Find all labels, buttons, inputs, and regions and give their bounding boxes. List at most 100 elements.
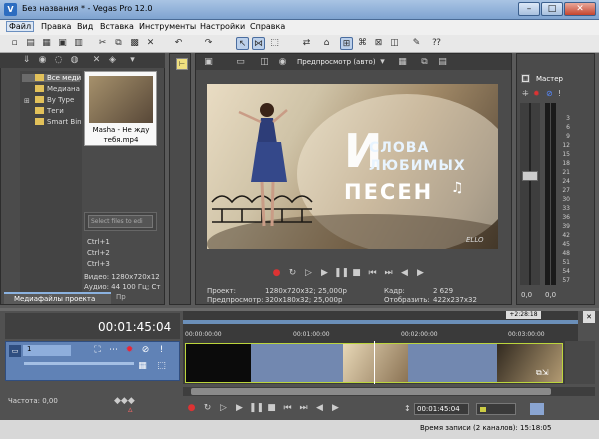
mute-icon[interactable]: ⊘ <box>546 89 553 98</box>
remove-media-icon[interactable]: ✕ <box>90 54 103 67</box>
stop-icon[interactable]: ■ <box>350 267 363 280</box>
normal-edit-tool-icon[interactable]: ↖ <box>236 37 249 50</box>
render-icon[interactable]: ▥ <box>72 37 85 50</box>
loop-icon[interactable]: ↻ <box>201 402 214 415</box>
tree-item-all-media[interactable]: Все меди <box>22 74 81 82</box>
previous-frame-icon[interactable]: ◀ <box>313 402 326 415</box>
track-solo-icon[interactable]: ! <box>155 344 168 357</box>
get-media-icon[interactable]: ◌ <box>52 54 65 67</box>
loop-region-marker[interactable]: +2:28:18 <box>506 311 541 319</box>
save-snapshot-icon[interactable]: ▤ <box>436 56 449 69</box>
tab-project-media[interactable]: Медиафайлы проекта <box>4 292 111 304</box>
track-mute-icon[interactable]: ⊘ <box>139 344 152 357</box>
tags-field[interactable]: Select files to edi <box>84 212 157 231</box>
pause-icon[interactable]: ❚❚ <box>249 402 264 415</box>
scrollbar-thumb[interactable] <box>191 388 551 395</box>
menu-settings[interactable]: Настройки <box>200 22 245 31</box>
crossfade-icon[interactable]: ⌘ <box>356 37 369 50</box>
properties-icon[interactable]: ▣ <box>202 56 215 69</box>
tab-explorer[interactable]: Пр <box>113 293 143 304</box>
tree-item-tags[interactable]: Теги <box>47 107 64 115</box>
dropdown-arrow-icon[interactable]: ▾ <box>376 56 389 69</box>
view-options-icon[interactable]: ▾ <box>126 54 139 67</box>
import-media-icon[interactable]: ⇓ <box>20 54 33 67</box>
expand-icon[interactable]: ⊞ <box>24 97 30 105</box>
group-icon[interactable]: ⊠ <box>372 37 385 50</box>
selection-length-field[interactable] <box>476 403 516 415</box>
tree-item-smart-bins[interactable]: Smart Bin <box>47 118 82 126</box>
go-to-end-icon[interactable]: ⏭ <box>382 267 395 280</box>
preview-device-icon[interactable]: ▭ <box>234 56 247 69</box>
track-header[interactable]: ▭ 1 ⛶ ⋯ ✹ ⊘ ! ▦ ⬚ <box>5 341 180 381</box>
menu-tools[interactable]: Инструменты <box>139 22 196 31</box>
redo-icon[interactable]: ↷ <box>202 37 215 50</box>
play-from-start-icon[interactable]: ▷ <box>217 402 230 415</box>
track-level-slider[interactable] <box>24 362 134 365</box>
split-screen-icon[interactable]: ◫ <box>258 56 271 69</box>
web-media-icon[interactable]: ◍ <box>68 54 81 67</box>
tree-item-media-bins[interactable]: Медиана <box>47 85 80 93</box>
properties-icon[interactable]: ▣ <box>56 37 69 50</box>
record-icon[interactable]: ● <box>185 402 198 415</box>
clip-fx-icon[interactable]: ⧉⇲ <box>536 368 548 378</box>
track-composite-icon[interactable]: ⋯ <box>107 344 120 357</box>
close-button[interactable]: ✕ <box>564 2 596 16</box>
fx-icon[interactable]: ⁜ <box>522 89 529 98</box>
minimize-button[interactable]: – <box>518 2 540 16</box>
tags-input[interactable]: Select files to edi <box>88 215 153 228</box>
capture-icon[interactable]: ◉ <box>36 54 49 67</box>
play-from-start-icon[interactable]: ▷ <box>302 267 315 280</box>
go-to-end-icon[interactable]: ⏭ <box>297 402 310 415</box>
go-to-start-icon[interactable]: ⏮ <box>366 267 379 280</box>
track-collapse-icon[interactable]: ▭ <box>9 345 21 357</box>
next-frame-icon[interactable]: ▶ <box>329 402 342 415</box>
menu-help[interactable]: Справка <box>250 22 285 31</box>
previous-frame-icon[interactable]: ◀ <box>398 267 411 280</box>
timeline-close-icon[interactable]: ✕ <box>583 311 595 323</box>
horizontal-scrollbar[interactable] <box>183 387 595 396</box>
paste-icon[interactable]: ▩ <box>128 37 141 50</box>
master-fader-handle[interactable] <box>522 171 538 181</box>
new-icon[interactable]: ▫ <box>8 37 21 50</box>
loop-icon[interactable]: ↻ <box>286 267 299 280</box>
timeline-ruler[interactable]: +2:28:18 00:00:00:00 00:01:00:00 00:02:0… <box>183 311 578 341</box>
cursor-timecode[interactable]: 00:01:45:04 <box>414 403 469 415</box>
play-icon[interactable]: ▶ <box>318 267 331 280</box>
play-icon[interactable]: ▶ <box>233 402 246 415</box>
copy-icon[interactable]: ⧉ <box>112 37 125 50</box>
auto-ripple-icon[interactable]: ⇄ <box>300 37 313 50</box>
maximize-button[interactable]: □ <box>541 2 563 16</box>
trimmer-icon[interactable]: ⊢ <box>176 58 188 70</box>
save-icon[interactable]: ▦ <box>40 37 53 50</box>
snapping-icon[interactable]: ⊞ <box>340 37 353 50</box>
go-to-start-icon[interactable]: ⏮ <box>281 402 294 415</box>
fx-chain-icon[interactable]: ✹ <box>533 89 540 98</box>
preview-quality-select[interactable]: Предпросмотр (авто) <box>297 58 376 66</box>
next-frame-icon[interactable]: ▶ <box>414 267 427 280</box>
open-icon[interactable]: ▤ <box>24 37 37 50</box>
menu-edit[interactable]: Правка <box>41 22 71 31</box>
ignore-grouping-icon[interactable]: ◫ <box>388 37 401 50</box>
selection-tool-icon[interactable]: ⬚ <box>268 37 281 50</box>
fx-icon[interactable]: ◉ <box>276 56 289 69</box>
marker-tool-icon[interactable]: ✎ <box>410 37 423 50</box>
menu-insert[interactable]: Вставка <box>100 22 134 31</box>
overlays-icon[interactable]: ▦ <box>396 56 409 69</box>
solo-icon[interactable]: ! <box>558 89 561 98</box>
compositing-mode-icon[interactable]: ▦ <box>136 360 149 373</box>
help-pointer-icon[interactable]: ⁇ <box>430 37 443 50</box>
media-thumbnail-card[interactable]: Masha - Не жду тебя.mp4 <box>84 71 157 146</box>
lock-envelopes-icon[interactable]: ⌂ <box>320 37 333 50</box>
tree-item-by-type[interactable]: By Type <box>47 96 74 104</box>
delete-icon[interactable]: ✕ <box>144 37 157 50</box>
loop-region-bar[interactable] <box>183 320 578 324</box>
track-fx-icon[interactable]: ✹ <box>123 344 136 357</box>
record-icon[interactable]: ● <box>270 267 283 280</box>
menu-view[interactable]: Вид <box>77 22 93 31</box>
envelope-tool-icon[interactable]: ⋈ <box>252 37 265 50</box>
track-bypass-icon[interactable]: ⬚ <box>155 360 168 373</box>
track-lane[interactable]: ⧉⇲ <box>183 341 565 384</box>
track-motion-icon[interactable]: ⛶ <box>91 344 104 357</box>
pause-icon[interactable]: ❚❚ <box>334 267 349 280</box>
undo-icon[interactable]: ↶ <box>172 37 185 50</box>
